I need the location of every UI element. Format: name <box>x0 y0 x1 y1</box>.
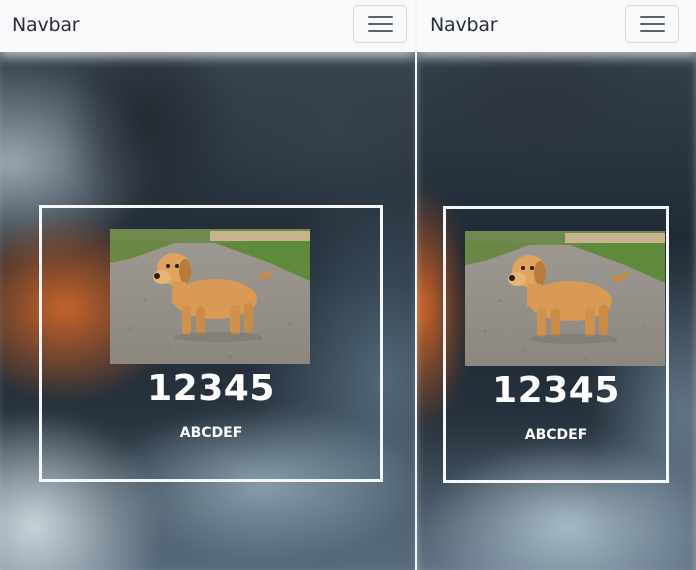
card-number: 12345 <box>147 368 275 409</box>
navbar-toggler-button[interactable] <box>353 5 407 43</box>
puppy-image <box>110 229 310 364</box>
navbar: Navbar <box>0 0 415 52</box>
hero-card: 12345 ABCDEF <box>39 205 383 482</box>
card-subtitle: ABCDEF <box>179 425 243 441</box>
viewport-left: Navbar 12345 ABCDEF <box>0 0 415 570</box>
hero-card: 12345 ABCDEF <box>443 206 669 483</box>
navbar-brand[interactable]: Navbar <box>12 14 80 36</box>
hamburger-menu-icon <box>368 16 393 33</box>
hamburger-menu-icon <box>640 16 665 33</box>
navbar-toggler-button[interactable] <box>625 5 679 43</box>
screenshot-stage: Navbar 12345 ABCDEF Navbar 12345 ABCDEF <box>0 0 696 570</box>
navbar: Navbar <box>417 0 696 52</box>
puppy-image <box>465 231 665 366</box>
viewport-right: Navbar 12345 ABCDEF <box>417 0 696 570</box>
card-subtitle: ABCDEF <box>524 427 588 443</box>
card-number: 12345 <box>492 370 620 411</box>
navbar-brand[interactable]: Navbar <box>430 14 498 36</box>
